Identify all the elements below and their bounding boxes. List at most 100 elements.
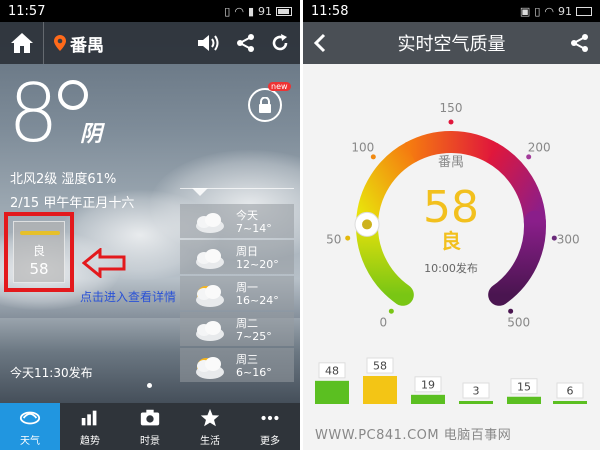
detail-hint[interactable]: 点击进入查看详情: [80, 288, 176, 305]
publish-time: 今天11:30发布: [10, 366, 93, 380]
forecast-temp-range: 16~24°: [236, 294, 279, 307]
air-quality-screen: 11:58 ▣ ▯ ◠ 91 实时空气质量 0 50 100 150 200 3…: [303, 0, 600, 450]
nav-tab[interactable]: 天气: [0, 403, 60, 450]
gauge-marker-center: [362, 219, 373, 230]
refresh-icon: [272, 34, 288, 51]
gauge-arc-segment: [486, 142, 546, 224]
pollutant-value-label: 15: [517, 380, 531, 393]
share-icon: [237, 34, 254, 52]
pollutant-value-label: 58: [373, 360, 387, 373]
status-bar: 11:58 ▣ ▯ ◠ 91: [303, 0, 600, 22]
lock-icon: [259, 97, 271, 113]
partly-sunny-icon: [196, 357, 224, 379]
nav-tab-label: 时景: [140, 435, 160, 447]
gauge-value: 58: [423, 182, 479, 233]
weather-icon: [19, 411, 41, 424]
lock-screen-button[interactable]: [248, 88, 282, 122]
city-selector[interactable]: 番禺: [44, 31, 104, 56]
pollutant-bar[interactable]: [411, 394, 445, 404]
back-button[interactable]: [313, 33, 327, 57]
gauge-tick-dot: [370, 154, 376, 160]
nav-tab[interactable]: 时景: [120, 403, 180, 450]
degree-symbol: [58, 80, 88, 110]
aqi-gauge: 0 50 100 150 200 300 500 番禺 58 良 10:00发布: [326, 101, 580, 330]
wifi-icon: ◠: [544, 4, 554, 18]
nav-tab-label: 生活: [200, 435, 220, 447]
forecast-row[interactable]: 周一 16~24°: [180, 276, 294, 310]
gauge-arc-segment: [488, 210, 546, 306]
gauge-tick-dot: [388, 308, 394, 314]
nav-tab-label: 趋势: [80, 435, 100, 447]
gauge-tick-label: 300: [557, 233, 580, 247]
gauge-tick-label: 0: [379, 316, 387, 330]
star-icon: [200, 408, 220, 426]
gauge-tick-dot: [448, 119, 454, 125]
share-button[interactable]: [570, 33, 590, 57]
aqi-level-bar: [20, 231, 60, 235]
vibrate-icon: ▯: [224, 4, 231, 18]
nav-tab[interactable]: 更多: [240, 403, 300, 450]
cloudy-icon: [196, 249, 224, 269]
camera-icon: [140, 409, 160, 425]
arrow-left-icon: [82, 248, 126, 278]
gauge-tick-label: 100: [351, 141, 374, 155]
weather-condition: 阴: [80, 122, 103, 147]
gauge-tick-dot: [526, 154, 532, 160]
forecast-temp-range: 7~25°: [236, 330, 272, 343]
weather-screen: 11:57 ▯ ◠ ▮ 91 番禺 8 阴 北风2级 湿度61% 2/15 甲午…: [0, 0, 300, 450]
gauge-tick-label: 500: [507, 316, 530, 330]
pollutant-bar[interactable]: [315, 380, 349, 404]
battery-level: 91: [258, 4, 272, 18]
pollutant-bar[interactable]: [507, 396, 541, 404]
forecast-temp-range: 6~16°: [236, 366, 272, 379]
more-icon: [261, 415, 279, 420]
aqi-highlight-frame: 良 58: [4, 212, 74, 292]
speaker-icon: [198, 35, 219, 51]
aqi-value: 58: [29, 260, 49, 278]
forecast-day: 周一: [236, 281, 258, 294]
signal-icon: ▮: [247, 4, 254, 18]
forecast-row[interactable]: 今天 7~14°: [180, 204, 294, 238]
top-bar: 番禺: [0, 22, 300, 64]
home-button[interactable]: [0, 22, 44, 64]
forecast-temp-range: 7~14°: [236, 222, 272, 235]
trend-icon: [81, 410, 97, 425]
watermark: WWW.PC841.COM 电脑百事网: [315, 428, 512, 443]
pollutant-bar[interactable]: [553, 401, 587, 404]
forecast-row[interactable]: 周三 6~16°: [180, 348, 294, 382]
pollutant-bar[interactable]: [363, 376, 397, 404]
vibrate-icon: ▯: [534, 4, 541, 18]
status-time: 11:58: [311, 3, 349, 19]
nav-tab[interactable]: 生活: [180, 403, 240, 450]
pollutant-value-label: 19: [421, 378, 435, 391]
gauge-tick-label: 200: [528, 141, 551, 155]
pollutant-bar[interactable]: [459, 401, 493, 404]
share-icon: [571, 34, 588, 52]
nav-tab-label: 更多: [260, 435, 280, 447]
aqi-level: 良: [32, 244, 45, 258]
bottom-navigation: 天气 趋势 时景 生活 更多: [0, 403, 300, 450]
new-badge: new: [268, 82, 291, 91]
image-icon: ▣: [519, 4, 531, 18]
forecast-row[interactable]: 周日 12~20°: [180, 240, 294, 274]
voice-broadcast-button[interactable]: [196, 32, 222, 54]
wifi-icon: ◠: [234, 4, 244, 18]
forecast-day: 周三: [236, 353, 258, 366]
forecast-header: [180, 188, 294, 196]
aqi-card[interactable]: 良 58: [13, 221, 65, 283]
forecast-day: 周日: [236, 245, 258, 258]
nav-tab[interactable]: 趋势: [60, 403, 120, 450]
pollutant-value-label: 6: [567, 385, 574, 398]
pollutant-value-label: 48: [325, 364, 339, 377]
gauge-tick-label: 150: [440, 101, 463, 115]
chevron-left-icon: [313, 33, 326, 53]
forecast-row[interactable]: 周二 7~25°: [180, 312, 294, 346]
share-button[interactable]: [236, 33, 256, 53]
status-bar: 11:57 ▯ ◠ ▮ 91: [0, 0, 300, 22]
lunar-date: 2/15 甲午年正月十六: [10, 196, 135, 211]
triangle-down-icon: [192, 188, 208, 196]
gauge-publish-time: 10:00发布: [424, 261, 478, 275]
current-temperature: 8: [8, 67, 59, 160]
forecast-day: 今天: [236, 209, 258, 222]
refresh-button[interactable]: [270, 33, 290, 53]
